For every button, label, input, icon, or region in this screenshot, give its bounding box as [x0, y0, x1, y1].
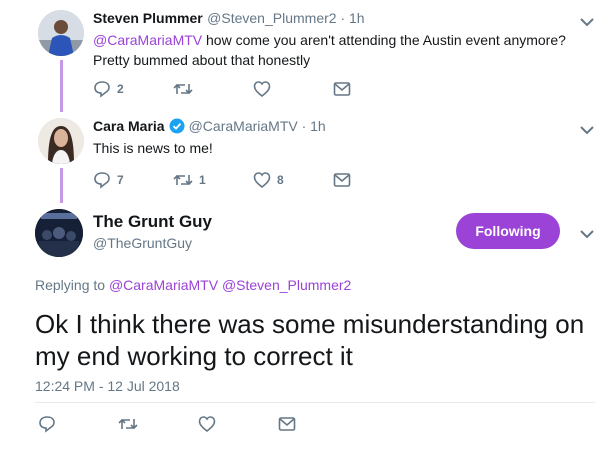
avatar-photo-icon: [38, 118, 84, 164]
message-button[interactable]: [333, 172, 413, 188]
message-button[interactable]: [278, 416, 358, 432]
message-icon: [333, 82, 351, 96]
like-button[interactable]: [253, 80, 333, 98]
divider: [35, 402, 595, 403]
message-button[interactable]: [333, 81, 413, 97]
retweet-icon: [118, 418, 138, 430]
retweet-button[interactable]: [173, 80, 253, 98]
tweet-text-part: Pretty bummed about that honestly: [93, 52, 311, 68]
tweet-text-part: how come you aren't attending the Austin…: [202, 32, 566, 48]
following-button[interactable]: Following: [456, 213, 560, 249]
retweet-count: 1: [199, 173, 206, 187]
author-handle[interactable]: @Steven_Plummer2 · 1h: [207, 10, 364, 26]
like-icon: [198, 416, 216, 433]
avatar-photo-icon: [35, 209, 83, 257]
tweet-text: @CaraMariaMTV how come you aren't attend…: [93, 30, 593, 70]
reply-icon: [94, 81, 110, 98]
reply-icon: [94, 172, 110, 189]
tweet-actions: 2: [93, 80, 413, 98]
like-button[interactable]: [198, 415, 278, 433]
reply-count: 7: [117, 173, 124, 187]
retweet-icon: [173, 83, 193, 95]
main-tweet-actions: [38, 415, 358, 433]
like-count: 8: [277, 173, 284, 187]
tweet-steven-plummer: Steven Plummer @Steven_Plummer2 · 1h @Ca…: [0, 0, 616, 108]
retweet-icon: [173, 174, 193, 186]
main-tweet-text: Ok I think there was some misunderstandi…: [35, 309, 585, 371]
author-handle[interactable]: @CaraMariaMTV · 1h: [189, 118, 326, 134]
reply-count: 2: [117, 82, 124, 96]
mention-link[interactable]: @Steven_Plummer2: [222, 277, 351, 293]
message-icon: [333, 173, 351, 187]
tweet-actions: 7 1 8: [93, 171, 413, 189]
author-name[interactable]: The Grunt Guy: [93, 212, 212, 232]
retweet-button[interactable]: 1: [173, 171, 253, 189]
reply-button[interactable]: 7: [93, 171, 173, 189]
tweet-cara-maria: Cara Maria @CaraMariaMTV · 1h This is ne…: [0, 108, 616, 200]
avatar-photo-icon: [38, 10, 84, 56]
thread-line: [60, 60, 63, 112]
mention-link[interactable]: @CaraMariaMTV: [109, 277, 218, 293]
tweet-text: This is news to me!: [93, 140, 213, 156]
like-button[interactable]: 8: [253, 171, 333, 189]
message-icon: [278, 417, 296, 431]
tweet-timestamp[interactable]: 12:24 PM - 12 Jul 2018: [35, 378, 180, 394]
mention-link[interactable]: @CaraMariaMTV: [93, 32, 202, 48]
author-name[interactable]: Cara Maria: [93, 118, 165, 134]
replying-to-label: Replying to: [35, 277, 109, 293]
reply-icon: [39, 416, 55, 433]
avatar[interactable]: [35, 209, 83, 257]
chevron-down-icon[interactable]: [580, 122, 594, 140]
like-icon: [253, 172, 271, 189]
reply-button[interactable]: 2: [93, 80, 173, 98]
avatar[interactable]: [38, 10, 84, 56]
reply-button[interactable]: [38, 415, 118, 433]
avatar[interactable]: [38, 118, 84, 164]
verified-icon: [169, 118, 185, 134]
like-icon: [253, 81, 271, 98]
author-name[interactable]: Steven Plummer: [93, 10, 203, 26]
retweet-button[interactable]: [118, 415, 198, 433]
chevron-down-icon[interactable]: [580, 226, 594, 244]
author-handle[interactable]: @TheGruntGuy: [93, 235, 192, 251]
replying-to: Replying to @CaraMariaMTV @Steven_Plumme…: [35, 277, 351, 293]
